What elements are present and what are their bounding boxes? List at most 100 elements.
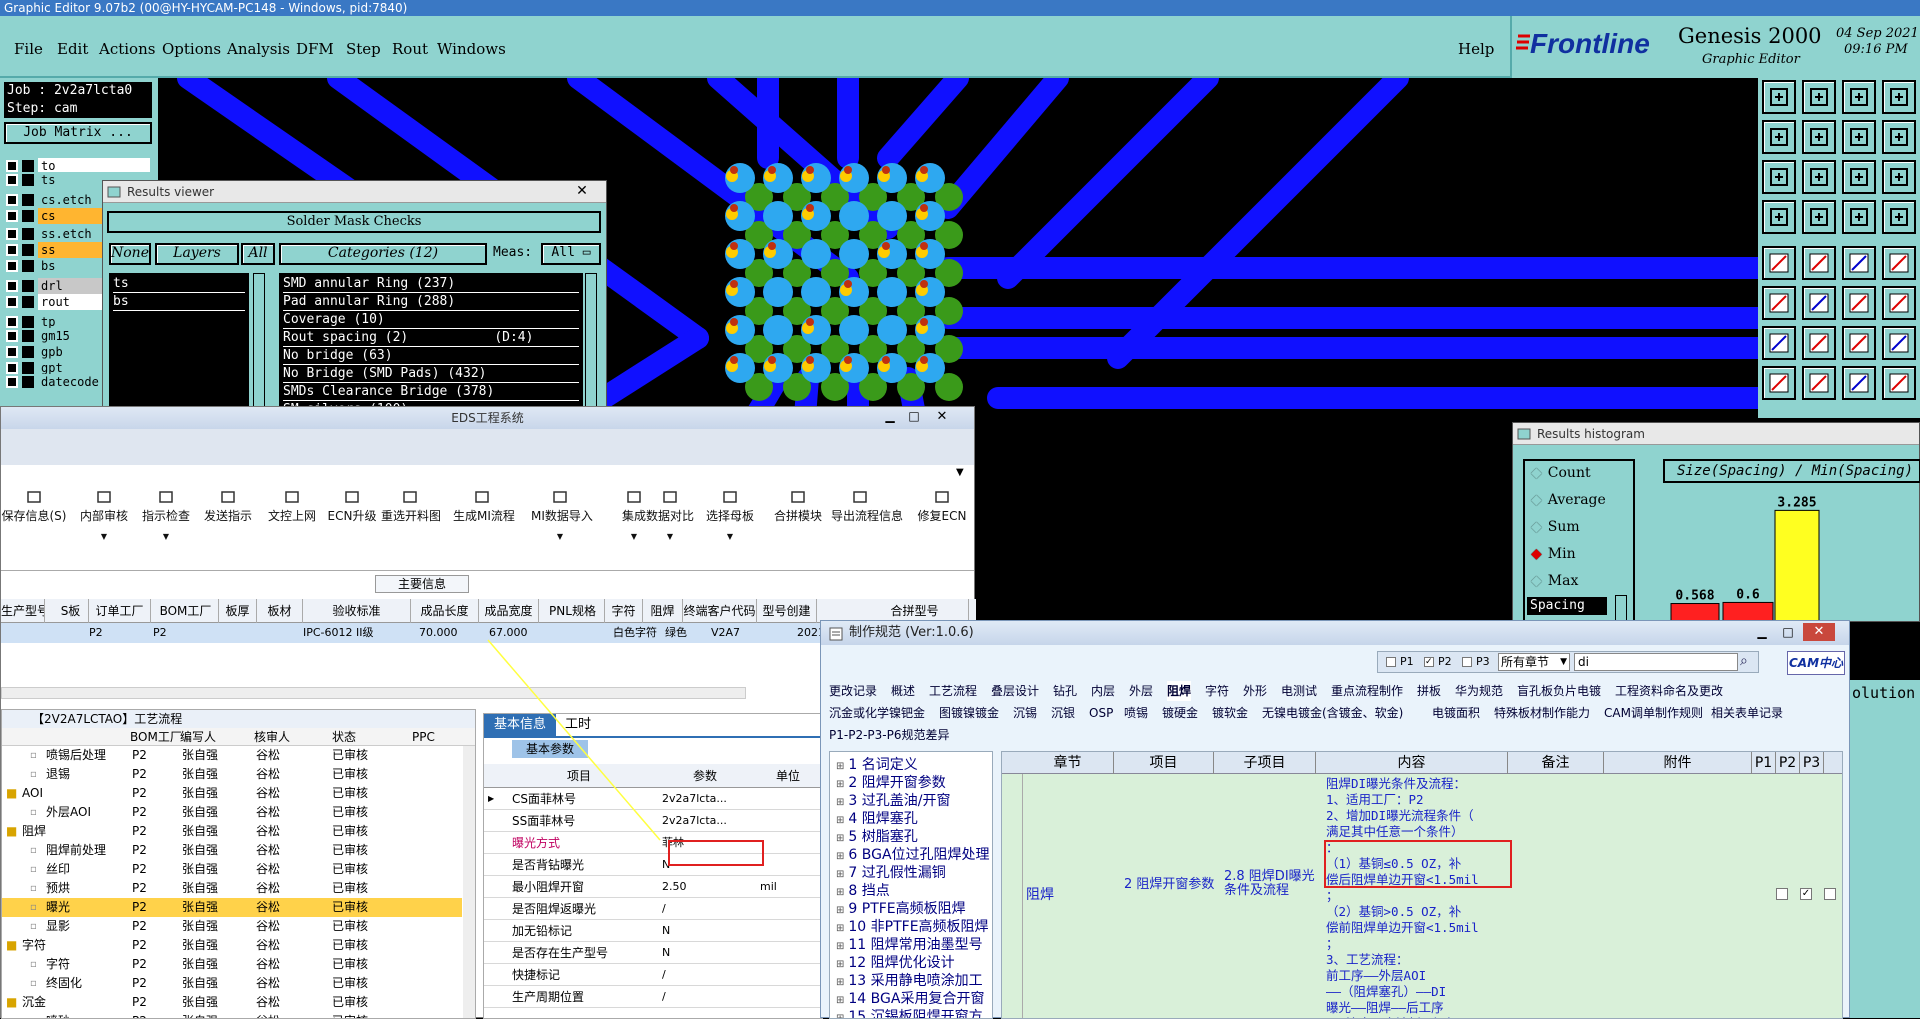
spec-tab[interactable]: 更改记录	[829, 681, 877, 701]
mirror-icon[interactable]	[1882, 326, 1916, 360]
spec-column-header[interactable]: 备注	[1508, 752, 1604, 774]
param-row[interactable]: 是否存在生产型号 N	[484, 942, 822, 964]
menu-file[interactable]: File	[14, 40, 43, 58]
arc-icon[interactable]	[1802, 326, 1836, 360]
column-header[interactable]: 成品长度	[411, 599, 479, 623]
spec-column-header[interactable]: P2	[1776, 752, 1800, 774]
tree-row[interactable]: ▫ 终固化 P2 张自强 谷松 已审核	[2, 974, 462, 993]
histogram-option-sum[interactable]: ◆ Sum	[1531, 519, 1580, 539]
spec-tab[interactable]: 外层	[1129, 681, 1153, 701]
column-header[interactable]: 成品宽度	[479, 599, 539, 623]
menu-step[interactable]: Step	[346, 40, 381, 58]
histogram-option-max[interactable]: ◆ Max	[1531, 573, 1578, 593]
toolbar-button[interactable]: 生成MI流程	[453, 491, 515, 524]
spec-tab[interactable]: 工艺流程	[929, 681, 977, 701]
layer-checkbox[interactable]	[6, 362, 18, 374]
chapter-select[interactable]: 所有章节 ▼	[1498, 653, 1570, 671]
spec-tab[interactable]: 盲孔板负片电镀	[1517, 681, 1601, 701]
chapter-nav-item[interactable]: ⊞ 4 阻焊塞孔	[836, 810, 918, 828]
chapter-nav-item[interactable]: ⊞ 15 沉锡板阻焊开窗方	[836, 1008, 983, 1018]
toolbar-button[interactable]: 修复ECN	[913, 491, 971, 524]
menu-actions[interactable]: Actions	[99, 40, 155, 58]
line-icon[interactable]	[1762, 326, 1796, 360]
job-matrix-button[interactable]: Job Matrix ...	[4, 122, 152, 144]
ruler-icon[interactable]	[1842, 246, 1876, 280]
histogram-option-count[interactable]: ◆ Count	[1531, 465, 1591, 485]
layer-checkbox[interactable]	[6, 260, 18, 272]
spec-search-input[interactable]: di	[1574, 653, 1738, 671]
layer-checkbox[interactable]	[6, 174, 18, 186]
measure-icon[interactable]	[1842, 200, 1876, 234]
snap-icon[interactable]	[1762, 200, 1796, 234]
chapter-nav-item[interactable]: ⊞ 6 BGA位过孔阻焊处理	[836, 846, 990, 864]
column-header[interactable]: PNL规格	[541, 599, 605, 623]
toolbar-button[interactable]: 数据对比 ▼	[641, 491, 699, 541]
menu-dfm[interactable]: DFM	[296, 40, 334, 58]
param-value[interactable]: /	[662, 898, 748, 920]
param-value[interactable]: /	[662, 986, 748, 1008]
p1-checkbox[interactable]	[1776, 888, 1788, 900]
param-value[interactable]: 2.50	[662, 876, 748, 898]
column-header[interactable]: 型号创建	[757, 599, 817, 623]
spec-tab[interactable]: 钻孔	[1053, 681, 1077, 701]
histogram-field[interactable]: Spacing	[1527, 597, 1607, 615]
spec-tab[interactable]: 图镀镍镀金	[939, 703, 999, 723]
filter-p2-checkbox[interactable]: ✓	[1424, 657, 1434, 667]
chapter-nav-item[interactable]: ⊞ 3 过孔盖油/开窗	[836, 792, 950, 810]
drc-icon[interactable]	[1882, 200, 1916, 234]
chapter-nav-item[interactable]: ⊞ 12 阻焊优化设计	[836, 954, 955, 972]
column-header[interactable]: 阻焊	[643, 599, 683, 623]
spec-tab[interactable]: 重点流程制作	[1331, 681, 1403, 701]
spec-tab[interactable]: 相关表单记录	[1711, 703, 1783, 723]
close-icon[interactable]: ✕	[1803, 623, 1835, 641]
histogram-option-min[interactable]: ◆ Min	[1531, 546, 1576, 566]
ribbon-collapse-icon[interactable]: ▼	[956, 467, 970, 481]
select-icon[interactable]	[1762, 246, 1796, 280]
category-item[interactable]: SMDs Clearance Bridge (378)	[283, 383, 579, 401]
param-row[interactable]: 最小阻焊开窗 2.50 mil	[484, 876, 822, 898]
filter-p3-checkbox[interactable]	[1462, 657, 1472, 667]
layer-checkbox[interactable]	[6, 160, 18, 172]
column-header[interactable]: 订单工厂	[89, 599, 151, 623]
layer-checkbox[interactable]	[6, 228, 18, 240]
layers-icon[interactable]	[1882, 80, 1916, 114]
export-icon[interactable]	[1802, 120, 1836, 154]
menu-rout[interactable]: Rout	[392, 40, 428, 58]
toolbar-button[interactable]: ECN升级	[323, 491, 381, 524]
layer-result-item[interactable]: ts	[113, 275, 245, 293]
home-icon[interactable]	[1842, 80, 1876, 114]
spec-tab[interactable]: 沉锡	[1013, 703, 1037, 723]
layer-checkbox[interactable]	[6, 316, 18, 328]
import-icon[interactable]	[1762, 120, 1796, 154]
toolbar-button[interactable]: 文控上网	[263, 491, 321, 524]
spec-column-header[interactable]: 项目	[1114, 752, 1214, 774]
layer-list-scrollbar[interactable]	[253, 273, 265, 413]
spec-column-header[interactable]: 附件	[1604, 752, 1752, 774]
filter-p1-checkbox[interactable]	[1386, 657, 1396, 667]
spec-column-header[interactable]: P1	[1752, 752, 1776, 774]
grid-icon[interactable]	[1802, 200, 1836, 234]
column-header[interactable]: S板	[53, 599, 89, 623]
align-icon[interactable]	[1842, 366, 1876, 400]
param-value[interactable]: /	[662, 964, 748, 986]
minimize-icon[interactable]: ▁	[1751, 625, 1773, 641]
help-icon[interactable]	[1882, 160, 1916, 194]
chapter-nav-item[interactable]: ⊞ 7 过孔假性漏铜	[836, 864, 946, 882]
param-value[interactable]: N	[662, 920, 748, 942]
toolbar-button[interactable]: 保存信息(S)	[1, 491, 67, 524]
move-icon[interactable]	[1842, 286, 1876, 320]
tree-row[interactable]: ■ 阻焊 P2 张自强 谷松 已审核	[2, 822, 462, 841]
categories-button[interactable]: Categories (12)	[279, 243, 487, 265]
spec-column-header[interactable]: P3	[1800, 752, 1824, 774]
toolbar-button[interactable]: MI数据导入 ▼	[531, 491, 593, 541]
column-header[interactable]: 板厚	[219, 599, 257, 623]
tree-row[interactable]: ▫ 丝印 P2 张自强 谷松 已审核	[2, 860, 462, 879]
column-header[interactable]: 板材	[257, 599, 303, 623]
net-icon[interactable]	[1762, 286, 1796, 320]
p2-checkbox[interactable]: ✓	[1800, 888, 1812, 900]
chapter-nav-item[interactable]: ⊞ 10 非PTFE高频板阻焊	[836, 918, 989, 936]
spec-tab[interactable]: 沉银	[1051, 703, 1075, 723]
tree-row[interactable]: ▫ 阻焊前处理 P2 张自强 谷松 已审核	[2, 841, 462, 860]
field-scrollbar[interactable]	[1615, 595, 1627, 621]
layer-result-item[interactable]: bs	[113, 293, 245, 311]
